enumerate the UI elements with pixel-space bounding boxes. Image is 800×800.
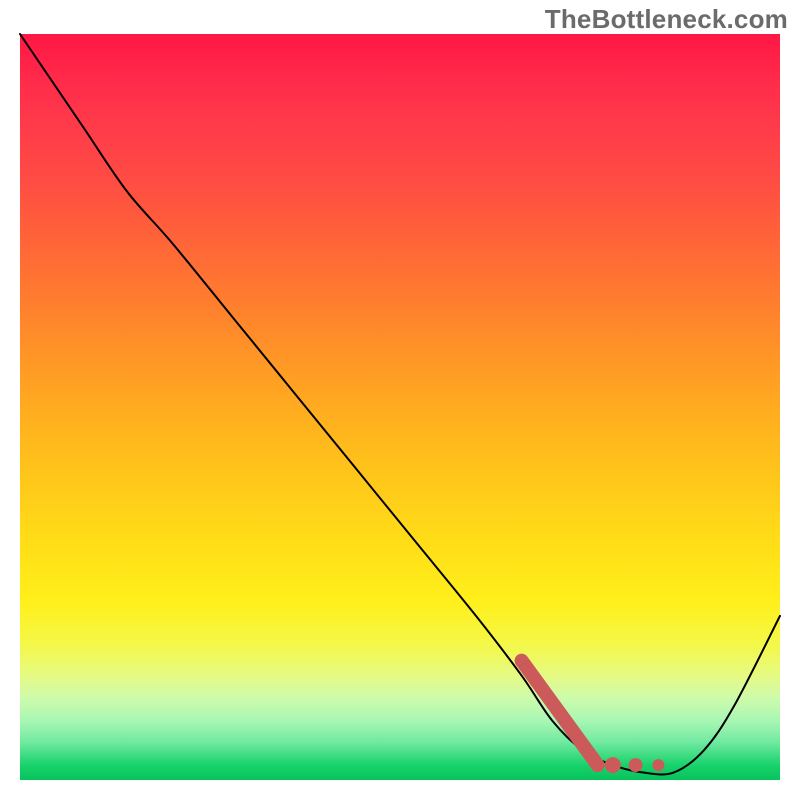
optimal-range-dot (629, 758, 643, 772)
chart-svg (20, 34, 780, 780)
optimal-range-dot (605, 757, 621, 773)
optimal-range-dots (605, 757, 665, 773)
optimal-range-segment (522, 661, 598, 765)
watermark-text: TheBottleneck.com (545, 4, 788, 35)
chart-canvas: TheBottleneck.com (0, 0, 800, 800)
bottleneck-curve (20, 34, 780, 775)
plot-area (20, 34, 780, 780)
optimal-range-dot (652, 759, 664, 771)
